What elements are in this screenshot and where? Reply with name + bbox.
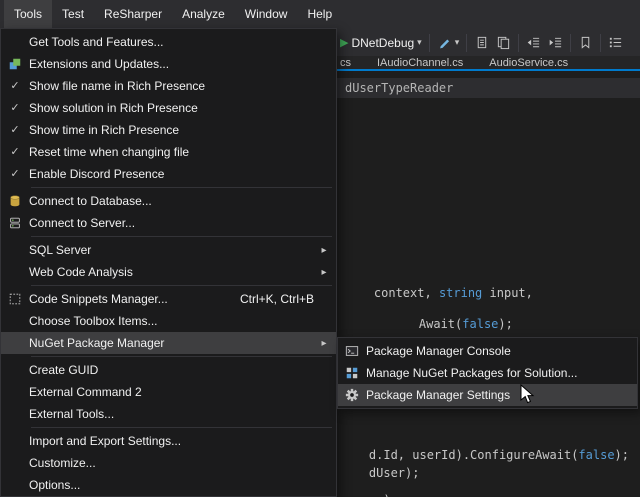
menu-item-manage-nuget-packages-solution[interactable]: Manage NuGet Packages for Solution...	[338, 362, 637, 384]
menu-item-show-time-rich-presence[interactable]: ✓ Show time in Rich Presence	[1, 119, 336, 141]
indent-increase-icon	[548, 35, 563, 50]
peek-header-text: dUserTypeReader	[345, 81, 453, 95]
menu-item-web-code-analysis[interactable]: Web Code Analysis ▸	[1, 261, 336, 283]
copy-icon	[496, 35, 511, 50]
database-icon	[8, 194, 22, 208]
menu-item-extensions-and-updates[interactable]: Extensions and Updates...	[1, 53, 336, 75]
toolbar-separator	[518, 34, 519, 52]
check-icon: ✓	[1, 125, 29, 136]
snippets-icon	[8, 292, 22, 306]
indent-decrease-button[interactable]	[526, 35, 541, 50]
pencil-icon	[437, 35, 452, 50]
menu-item-connect-to-database[interactable]: Connect to Database...	[1, 190, 336, 212]
menu-separator	[31, 236, 332, 237]
menu-item-reset-time-when-changing-file[interactable]: ✓ Reset time when changing file	[1, 141, 336, 163]
manage-packages-icon	[345, 366, 359, 380]
menu-item-choose-toolbox-items[interactable]: Choose Toolbox Items...	[1, 310, 336, 332]
menu-item-show-file-name-rich-presence[interactable]: ✓ Show file name in Rich Presence	[1, 75, 336, 97]
task-list-button[interactable]	[608, 35, 623, 50]
menu-item-connect-to-server[interactable]: Connect to Server...	[1, 212, 336, 234]
tab-iaudiochannel[interactable]: IAudioChannel.cs	[377, 57, 463, 69]
menu-item-options[interactable]: Options...	[1, 474, 336, 496]
gear-icon	[345, 388, 359, 402]
toolbar-separator	[570, 34, 571, 52]
menu-item-get-tools-and-features[interactable]: Get Tools and Features...	[1, 31, 336, 53]
menubar-item-resharper[interactable]: ReSharper	[94, 0, 172, 28]
menubar-item-window[interactable]: Window	[235, 0, 298, 28]
submenu-arrow-icon: ▸	[316, 338, 332, 349]
menubar: Tools Test ReSharper Analyze Window Help	[0, 0, 640, 28]
menu-item-enable-discord-presence[interactable]: ✓ Enable Discord Presence	[1, 163, 336, 185]
pencil-button[interactable]: ▾	[437, 35, 460, 50]
vs-window: Tools Test ReSharper Analyze Window Help…	[0, 0, 640, 497]
shortcut-label: Ctrl+K, Ctrl+B	[240, 292, 332, 306]
start-debug-button[interactable]: ▶ DNetDebug ▾	[340, 36, 422, 50]
submenu-arrow-icon: ▸	[316, 267, 332, 278]
copy-button[interactable]	[496, 35, 511, 50]
menu-separator	[31, 285, 332, 286]
toolbar-separator	[600, 34, 601, 52]
menu-item-sql-server[interactable]: SQL Server ▸	[1, 239, 336, 261]
indent-decrease-icon	[526, 35, 541, 50]
menu-item-package-manager-console[interactable]: Package Manager Console	[338, 340, 637, 362]
start-debug-icon: ▶	[340, 36, 348, 49]
task-list-icon	[608, 35, 623, 50]
dropdown-caret-icon: ▾	[417, 37, 422, 48]
toolbar-separator	[429, 34, 430, 52]
menubar-item-analyze[interactable]: Analyze	[172, 0, 235, 28]
extensions-icon	[8, 57, 22, 71]
check-icon: ✓	[1, 81, 29, 92]
check-icon: ✓	[1, 103, 29, 114]
tab-audioservice[interactable]: AudioService.cs	[489, 57, 568, 69]
menu-item-show-solution-rich-presence[interactable]: ✓ Show solution in Rich Presence	[1, 97, 336, 119]
bookmark-icon	[578, 35, 593, 50]
menu-item-package-manager-settings[interactable]: Package Manager Settings	[338, 384, 637, 406]
debug-target-label: DNetDebug	[351, 36, 414, 50]
bookmark-button[interactable]	[578, 35, 593, 50]
menubar-item-help[interactable]: Help	[297, 0, 342, 28]
dropdown-caret-icon: ▾	[455, 37, 460, 48]
tab-partial[interactable]: cs	[340, 57, 351, 69]
menubar-item-test[interactable]: Test	[52, 0, 94, 28]
menu-separator	[31, 356, 332, 357]
menu-item-create-guid[interactable]: Create GUID	[1, 359, 336, 381]
menu-separator	[31, 187, 332, 188]
menu-separator	[31, 427, 332, 428]
menu-item-external-tools[interactable]: External Tools...	[1, 403, 336, 425]
menu-item-nuget-package-manager[interactable]: NuGet Package Manager ▸	[1, 332, 336, 354]
menu-item-import-export-settings[interactable]: Import and Export Settings...	[1, 430, 336, 452]
menubar-item-tools[interactable]: Tools	[4, 0, 52, 28]
document-button[interactable]	[474, 35, 489, 50]
menu-item-customize[interactable]: Customize...	[1, 452, 336, 474]
toolbar-separator	[466, 34, 467, 52]
document-icon	[474, 35, 489, 50]
submenu-arrow-icon: ▸	[316, 245, 332, 256]
tools-menu: Get Tools and Features... Extensions and…	[0, 28, 337, 497]
nuget-submenu: Package Manager Console Manage NuGet Pac…	[337, 337, 638, 409]
indent-increase-button[interactable]	[548, 35, 563, 50]
console-icon	[345, 344, 359, 358]
menu-item-code-snippets-manager[interactable]: Code Snippets Manager... Ctrl+K, Ctrl+B	[1, 288, 336, 310]
check-icon: ✓	[1, 147, 29, 158]
code-line: se);	[340, 479, 398, 497]
menu-item-external-command-2[interactable]: External Command 2	[1, 381, 336, 403]
check-icon: ✓	[1, 169, 29, 180]
server-icon	[8, 216, 22, 230]
